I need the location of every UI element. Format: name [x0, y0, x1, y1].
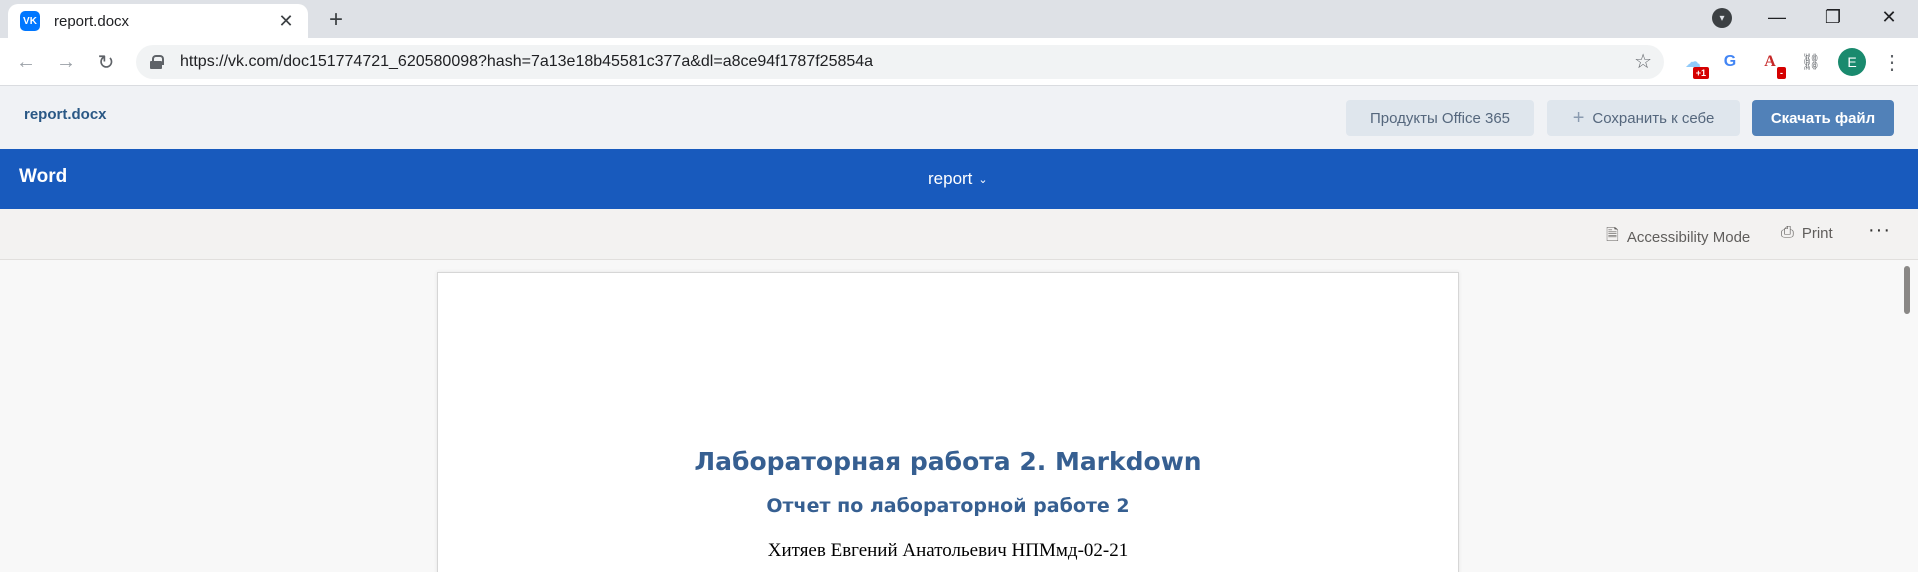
reload-icon[interactable]: ↻ — [92, 48, 120, 76]
lock-icon[interactable] — [150, 55, 164, 69]
accessibility-label: Accessibility Mode — [1626, 229, 1751, 246]
app-name[interactable]: Word — [19, 166, 67, 188]
print-button[interactable]: ⎙ Print — [1781, 224, 1833, 242]
url-text[interactable]: https://vk.com/doc151774721_620580098?ha… — [180, 53, 873, 71]
vk-favicon-icon: VK — [20, 11, 40, 31]
doc-file-name[interactable]: report.docx — [24, 106, 107, 123]
document-heading: Лабораторная работа 2. Markdown — [694, 447, 1202, 476]
browser-menu-icon[interactable]: ⋮ — [1880, 50, 1904, 74]
command-bar: 🗎 Accessibility Mode ⎙ Print ··· — [0, 209, 1918, 260]
minimize-icon[interactable]: — — [1752, 2, 1802, 32]
restore-icon[interactable]: ❐ — [1808, 2, 1858, 32]
new-tab-button[interactable]: + — [324, 6, 348, 34]
tab-search-icon[interactable]: ▾ — [1712, 8, 1732, 28]
printer-icon: ⎙ — [1781, 224, 1794, 241]
document-author-line: Хитяев Евгений Анатольевич НПМмд-02-21 — [767, 540, 1129, 561]
browser-tab[interactable]: VK report.docx ✕ — [8, 4, 308, 38]
doc-title-menu[interactable]: report ⌄ — [928, 169, 988, 189]
vk-doc-header: report.docx Продукты Office 365 + Сохран… — [0, 86, 1918, 149]
print-label: Print — [1801, 224, 1833, 242]
profile-avatar[interactable]: E — [1838, 48, 1866, 76]
download-file-button[interactable]: Скачать файл — [1752, 100, 1894, 136]
cloud-extension-icon[interactable]: ☁ +1 — [1681, 50, 1709, 79]
bookmark-star-icon[interactable]: ☆ — [1634, 49, 1652, 74]
word-header: Word report ⌄ — [0, 149, 1918, 209]
back-icon[interactable]: ← — [12, 48, 40, 76]
tab-title: report.docx — [54, 12, 130, 30]
extension-badge: - — [1777, 67, 1786, 79]
document-canvas[interactable]: Лабораторная работа 2. Markdown Отчет по… — [0, 260, 1918, 572]
vertical-scrollbar-thumb[interactable] — [1904, 266, 1910, 314]
document-subheading: Отчет по лабораторной работе 2 — [766, 495, 1130, 517]
address-bar[interactable]: https://vk.com/doc151774721_620580098?ha… — [136, 45, 1664, 79]
office-products-button[interactable]: Продукты Office 365 — [1346, 100, 1534, 136]
plus-icon: + — [1572, 106, 1585, 129]
chevron-down-icon: ⌄ — [978, 173, 988, 186]
save-button-label: Сохранить к себе — [1592, 109, 1715, 127]
document-page[interactable]: Лабораторная работа 2. Markdown Отчет по… — [437, 272, 1459, 572]
forward-icon[interactable]: → — [52, 48, 80, 76]
doc-title: report — [928, 169, 973, 188]
accessibility-mode-button[interactable]: 🗎 Accessibility Mode — [1606, 224, 1750, 251]
translate-extension-icon[interactable]: G — [1718, 50, 1742, 74]
window-close-icon[interactable]: ✕ — [1864, 2, 1914, 32]
extension-badge: +1 — [1692, 67, 1709, 79]
save-to-mine-button[interactable]: + Сохранить к себе — [1547, 100, 1740, 136]
more-options-icon[interactable]: ··· — [1868, 219, 1891, 242]
tab-strip: VK report.docx ✕ + ▾ — ❐ ✕ — [0, 0, 1918, 38]
dictionary-extension-icon[interactable]: A- — [1758, 50, 1786, 79]
accessibility-icon: 🗎 — [1606, 227, 1619, 244]
browser-toolbar: ← → ↻ https://vk.com/doc151774721_620580… — [0, 38, 1918, 86]
close-tab-icon[interactable]: ✕ — [276, 11, 296, 32]
extensions-puzzle-icon[interactable]: ⛓ — [1799, 50, 1823, 74]
browser-window: VK report.docx ✕ + ▾ — ❐ ✕ ← → ↻ https:/… — [0, 0, 1918, 572]
